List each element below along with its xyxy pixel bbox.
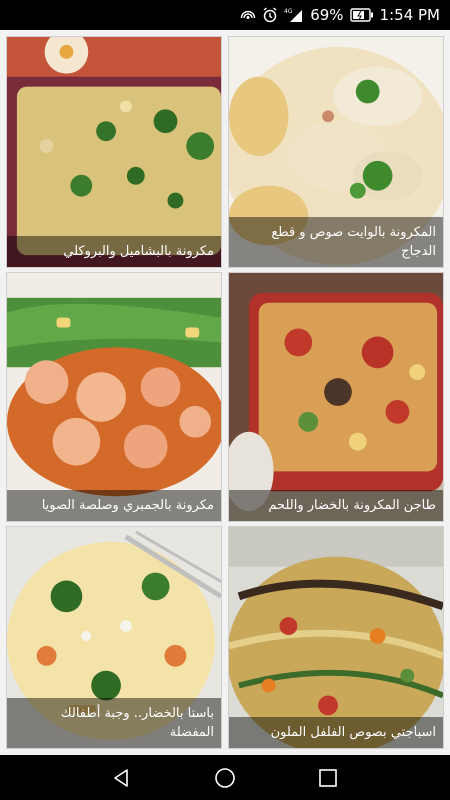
- hotspot-icon: [240, 8, 256, 22]
- network-type: 4G: [284, 8, 293, 15]
- recipe-card[interactable]: مكرونة بالبشاميل والبروكلي: [6, 36, 222, 268]
- back-button[interactable]: [102, 758, 142, 798]
- battery-percent: 69%: [310, 6, 344, 24]
- recipe-title: مكرونة بالجمبري وصلصة الصويا: [7, 490, 221, 521]
- recipe-title: اسباجتي بصوص الفلفل الملون: [229, 717, 443, 748]
- recipe-card[interactable]: طاجن المكرونة بالخضار واللحم: [228, 272, 444, 522]
- recipe-title: مكرونة بالبشاميل والبروكلي: [7, 236, 221, 267]
- recipe-image: [7, 37, 221, 267]
- recipe-title: طاجن المكرونة بالخضار واللحم: [229, 490, 443, 521]
- back-icon: [113, 768, 128, 787]
- recipe-image: [229, 273, 443, 521]
- recipe-card[interactable]: المكرونة بالوايت صوص و قطع الدجاج: [228, 36, 444, 268]
- recipe-card[interactable]: باستا بالخضار.. وجبة أطفالك المفضلة: [6, 526, 222, 749]
- status-bar: 4G 69% 1:54 PM: [0, 0, 450, 30]
- recipe-image: [229, 527, 443, 748]
- navigation-bar: [0, 755, 450, 800]
- recipe-title: المكرونة بالوايت صوص و قطع الدجاج: [229, 217, 443, 267]
- recipe-card[interactable]: مكرونة بالجمبري وصلصة الصويا: [6, 272, 222, 522]
- signal-icon: 4G: [284, 7, 304, 23]
- alarm-icon: [262, 7, 278, 23]
- recipe-title: باستا بالخضار.. وجبة أطفالك المفضلة: [7, 698, 221, 748]
- recipe-card[interactable]: اسباجتي بصوص الفلفل الملون: [228, 526, 444, 749]
- clock: 1:54 PM: [379, 6, 440, 24]
- battery-icon: [349, 8, 374, 22]
- recipe-image: [7, 273, 221, 521]
- recents-button[interactable]: [308, 758, 348, 798]
- home-icon: [215, 767, 235, 788]
- recents-icon: [319, 768, 338, 787]
- recipe-grid: مكرونة بالبشاميل والبروكلي المكرونة بالو…: [0, 30, 450, 755]
- home-button[interactable]: [205, 758, 245, 798]
